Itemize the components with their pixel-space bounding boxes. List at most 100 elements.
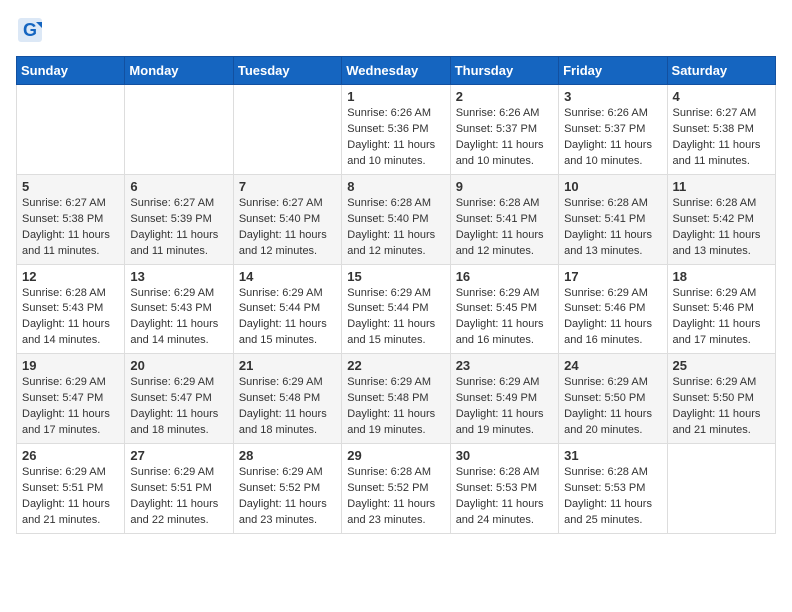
day-number: 8	[347, 179, 444, 194]
day-number: 12	[22, 269, 119, 284]
calendar-cell: 3 Sunrise: 6:26 AMSunset: 5:37 PMDaylight…	[559, 85, 667, 175]
calendar-cell: 5 Sunrise: 6:27 AMSunset: 5:38 PMDaylight…	[17, 174, 125, 264]
day-info: Sunrise: 6:29 AMSunset: 5:48 PMDaylight:…	[347, 375, 444, 439]
calendar-cell: 16 Sunrise: 6:29 AMSunset: 5:45 PMDayligh…	[450, 264, 558, 354]
day-number: 17	[564, 269, 661, 284]
calendar-cell: 8Sunrise: 6:28 AMSunset: 5:40 PMDaylight…	[342, 174, 450, 264]
logo: G	[16, 16, 48, 44]
calendar-cell: 22 Sunrise: 6:29 AMSunset: 5:48 PMDayligh…	[342, 354, 450, 444]
calendar-cell: 12 Sunrise: 6:28 AMSunset: 5:43 PMDayligh…	[17, 264, 125, 354]
calendar-cell: 9 Sunrise: 6:28 AMSunset: 5:41 PMDaylight…	[450, 174, 558, 264]
day-number: 4	[673, 89, 770, 104]
day-number: 25	[673, 358, 770, 373]
day-number: 29	[347, 448, 444, 463]
calendar-cell: 15 Sunrise: 6:29 AMSunset: 5:44 PMDayligh…	[342, 264, 450, 354]
calendar-cell: 18 Sunrise: 6:29 AMSunset: 5:46 PMDayligh…	[667, 264, 775, 354]
day-number: 7	[239, 179, 336, 194]
calendar-cell: 24 Sunrise: 6:29 AMSunset: 5:50 PMDayligh…	[559, 354, 667, 444]
day-info: Sunrise: 6:29 AMSunset: 5:46 PMDaylight:…	[564, 286, 661, 350]
day-info: Sunrise: 6:29 AMSunset: 5:46 PMDaylight:…	[673, 286, 770, 350]
day-info: Sunrise: 6:29 AMSunset: 5:49 PMDaylight:…	[456, 375, 553, 439]
calendar-cell: 17 Sunrise: 6:29 AMSunset: 5:46 PMDayligh…	[559, 264, 667, 354]
day-number: 28	[239, 448, 336, 463]
day-info: Sunrise: 6:28 AMSunset: 5:42 PMDaylight:…	[673, 196, 770, 260]
calendar-cell	[17, 85, 125, 175]
day-number: 5	[22, 179, 119, 194]
day-number: 31	[564, 448, 661, 463]
calendar-cell: 4Sunrise: 6:27 AMSunset: 5:38 PMDaylight…	[667, 85, 775, 175]
calendar-header-row: SundayMondayTuesdayWednesdayThursdayFrid…	[17, 57, 776, 85]
day-number: 22	[347, 358, 444, 373]
calendar-week-row: 1 Sunrise: 6:26 AMSunset: 5:36 PMDaylight…	[17, 85, 776, 175]
day-number: 18	[673, 269, 770, 284]
day-info: Sunrise: 6:28 AMSunset: 5:52 PMDaylight:…	[347, 465, 444, 529]
calendar-cell: 27 Sunrise: 6:29 AMSunset: 5:51 PMDayligh…	[125, 444, 233, 534]
day-info: Sunrise: 6:27 AMSunset: 5:40 PMDaylight:…	[239, 196, 336, 260]
day-info: Sunrise: 6:29 AMSunset: 5:50 PMDaylight:…	[564, 375, 661, 439]
day-info: Sunrise: 6:26 AMSunset: 5:37 PMDaylight:…	[564, 106, 661, 170]
calendar-cell: 20 Sunrise: 6:29 AMSunset: 5:47 PMDayligh…	[125, 354, 233, 444]
logo-icon: G	[16, 16, 44, 44]
day-number: 20	[130, 358, 227, 373]
calendar-cell: 26 Sunrise: 6:29 AMSunset: 5:51 PMDayligh…	[17, 444, 125, 534]
day-info: Sunrise: 6:29 AMSunset: 5:51 PMDaylight:…	[22, 465, 119, 529]
page-header: G	[16, 16, 776, 44]
day-number: 1	[347, 89, 444, 104]
day-of-week-header: Tuesday	[233, 57, 341, 85]
day-of-week-header: Saturday	[667, 57, 775, 85]
day-number: 3	[564, 89, 661, 104]
day-info: Sunrise: 6:27 AMSunset: 5:38 PMDaylight:…	[22, 196, 119, 260]
svg-text:G: G	[23, 20, 37, 40]
calendar-cell: 14Sunrise: 6:29 AMSunset: 5:44 PMDayligh…	[233, 264, 341, 354]
calendar-cell: 31 Sunrise: 6:28 AMSunset: 5:53 PMDayligh…	[559, 444, 667, 534]
day-number: 21	[239, 358, 336, 373]
day-of-week-header: Wednesday	[342, 57, 450, 85]
day-number: 14	[239, 269, 336, 284]
day-number: 27	[130, 448, 227, 463]
day-number: 26	[22, 448, 119, 463]
day-of-week-header: Monday	[125, 57, 233, 85]
day-info: Sunrise: 6:29 AMSunset: 5:45 PMDaylight:…	[456, 286, 553, 350]
calendar-cell	[233, 85, 341, 175]
day-info: Sunrise: 6:26 AMSunset: 5:36 PMDaylight:…	[347, 106, 444, 170]
day-info: Sunrise: 6:29 AMSunset: 5:44 PMDaylight:…	[347, 286, 444, 350]
day-number: 15	[347, 269, 444, 284]
calendar: SundayMondayTuesdayWednesdayThursdayFrid…	[16, 56, 776, 534]
day-of-week-header: Sunday	[17, 57, 125, 85]
calendar-week-row: 26 Sunrise: 6:29 AMSunset: 5:51 PMDayligh…	[17, 444, 776, 534]
calendar-cell: 1 Sunrise: 6:26 AMSunset: 5:36 PMDaylight…	[342, 85, 450, 175]
calendar-cell: 21 Sunrise: 6:29 AMSunset: 5:48 PMDayligh…	[233, 354, 341, 444]
calendar-cell: 7 Sunrise: 6:27 AMSunset: 5:40 PMDaylight…	[233, 174, 341, 264]
day-number: 19	[22, 358, 119, 373]
day-info: Sunrise: 6:26 AMSunset: 5:37 PMDaylight:…	[456, 106, 553, 170]
calendar-cell: 11 Sunrise: 6:28 AMSunset: 5:42 PMDayligh…	[667, 174, 775, 264]
day-number: 13	[130, 269, 227, 284]
calendar-cell: 25 Sunrise: 6:29 AMSunset: 5:50 PMDayligh…	[667, 354, 775, 444]
day-number: 11	[673, 179, 770, 194]
day-number: 24	[564, 358, 661, 373]
day-of-week-header: Thursday	[450, 57, 558, 85]
calendar-cell: 13 Sunrise: 6:29 AMSunset: 5:43 PMDayligh…	[125, 264, 233, 354]
calendar-cell: 6 Sunrise: 6:27 AMSunset: 5:39 PMDaylight…	[125, 174, 233, 264]
day-info: Sunrise: 6:29 AMSunset: 5:47 PMDaylight:…	[130, 375, 227, 439]
day-info: Sunrise: 6:29 AMSunset: 5:43 PMDaylight:…	[130, 286, 227, 350]
day-info: Sunrise: 6:27 AMSunset: 5:39 PMDaylight:…	[130, 196, 227, 260]
calendar-cell	[667, 444, 775, 534]
day-info: Sunrise: 6:29 AMSunset: 5:48 PMDaylight:…	[239, 375, 336, 439]
day-number: 16	[456, 269, 553, 284]
calendar-cell: 19 Sunrise: 6:29 AMSunset: 5:47 PMDayligh…	[17, 354, 125, 444]
day-number: 6	[130, 179, 227, 194]
day-info: Sunrise: 6:28 AMSunset: 5:53 PMDaylight:…	[564, 465, 661, 529]
day-info: Sunrise: 6:29 AMSunset: 5:52 PMDaylight:…	[239, 465, 336, 529]
day-of-week-header: Friday	[559, 57, 667, 85]
calendar-week-row: 5 Sunrise: 6:27 AMSunset: 5:38 PMDaylight…	[17, 174, 776, 264]
day-info: Sunrise: 6:29 AMSunset: 5:47 PMDaylight:…	[22, 375, 119, 439]
day-number: 9	[456, 179, 553, 194]
day-number: 23	[456, 358, 553, 373]
day-info: Sunrise: 6:28 AMSunset: 5:41 PMDaylight:…	[456, 196, 553, 260]
day-number: 10	[564, 179, 661, 194]
day-info: Sunrise: 6:28 AMSunset: 5:43 PMDaylight:…	[22, 286, 119, 350]
calendar-cell: 23 Sunrise: 6:29 AMSunset: 5:49 PMDayligh…	[450, 354, 558, 444]
day-info: Sunrise: 6:29 AMSunset: 5:51 PMDaylight:…	[130, 465, 227, 529]
day-info: Sunrise: 6:29 AMSunset: 5:50 PMDaylight:…	[673, 375, 770, 439]
